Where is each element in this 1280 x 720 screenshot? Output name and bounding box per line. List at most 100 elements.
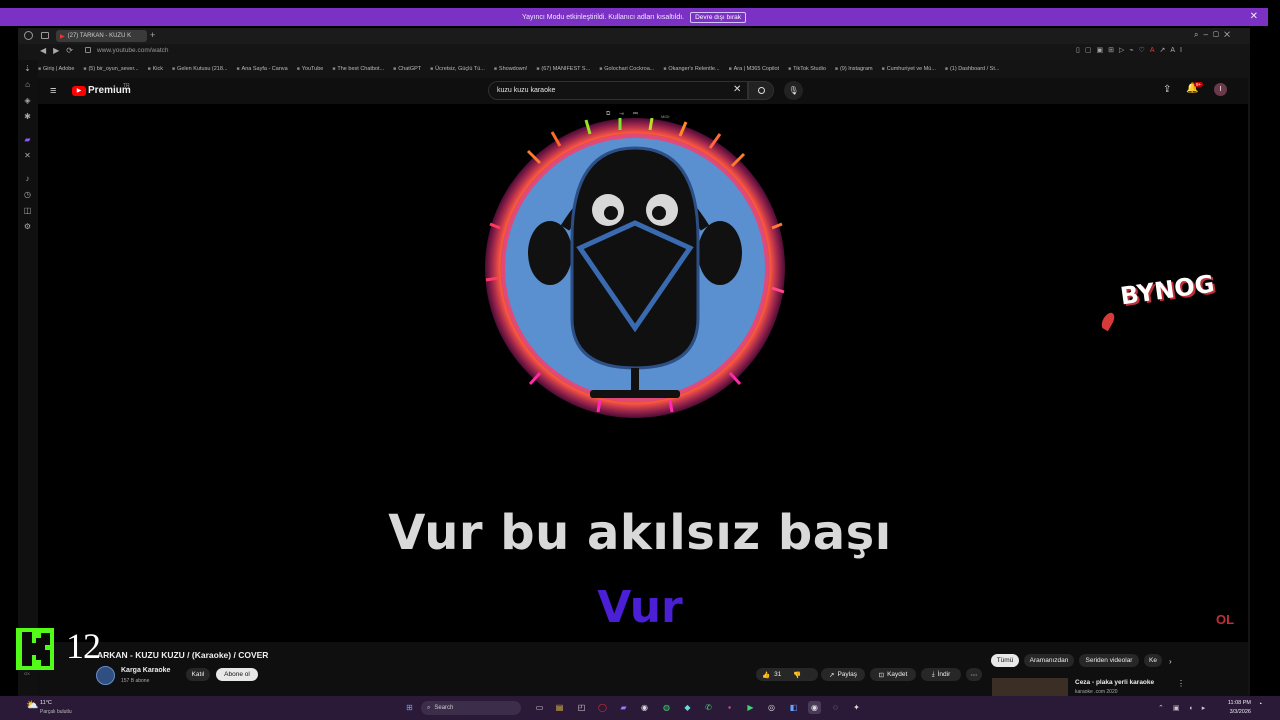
taskbar-search[interactable]: ⌕ Search — [421, 701, 521, 715]
nav-buttons[interactable]: ◀▶⟳ — [40, 46, 80, 55]
channel-name[interactable]: Karga Karaoke — [121, 667, 170, 674]
notification-center-icon[interactable]: ◔ — [1258, 701, 1262, 708]
play-icon[interactable]: ▶ — [744, 701, 757, 714]
sidebar-star-icon[interactable]: ✱ — [23, 112, 32, 121]
like-icon[interactable]: 👍 — [762, 671, 770, 679]
windows-start-icon[interactable]: ⊞ — [403, 701, 416, 714]
bookmark-item[interactable]: (9) Instagram — [835, 66, 873, 72]
save-button[interactable]: ⊡ Kaydet — [870, 668, 916, 681]
sidebar-clock-icon[interactable]: ◷ — [23, 190, 32, 199]
app-icon-2[interactable]: ▪ — [723, 701, 736, 714]
kick-k-icon — [22, 632, 50, 666]
tab-title: (27) TARKAN - KUZU K — [67, 33, 132, 39]
bookmark-item[interactable]: TikTok Studio — [788, 66, 826, 72]
whatsapp-icon[interactable]: ✆ — [702, 701, 715, 714]
system-tray[interactable]: ⌃▣◖▸ — [1158, 704, 1214, 712]
create-upload-icon[interactable]: ⇪ — [1163, 84, 1171, 95]
bookmark-item[interactable]: (67) MANIFEST S... — [536, 66, 590, 72]
new-tab-icon[interactable]: + — [150, 30, 155, 40]
opera-icon[interactable]: ◯ — [596, 701, 609, 714]
menu-icon[interactable]: ≡ — [50, 85, 56, 97]
sidebar-music-icon[interactable]: ♪ — [23, 174, 32, 183]
chips-next-icon[interactable]: › — [1169, 657, 1172, 666]
bookmark-item[interactable]: YouTube — [297, 66, 324, 72]
weather-icon[interactable]: ⛅ — [26, 700, 38, 711]
store-icon[interactable]: ◰ — [575, 701, 588, 714]
bookmark-item[interactable]: Ücretsiz, Güçlü Tü... — [430, 66, 485, 72]
steam-icon[interactable]: ◌ — [829, 701, 842, 714]
more-actions-icon[interactable]: ⋯ — [966, 668, 982, 681]
download-button[interactable]: ⤓ İndir — [921, 668, 961, 681]
bookmark-item[interactable]: Ana Sayfa - Canva — [237, 66, 288, 72]
bookmark-item[interactable]: Ara | M365 Copilot — [729, 66, 779, 72]
search-input[interactable]: kuzu kuzu karaoke — [488, 81, 748, 100]
obs-icon[interactable]: ◉ — [638, 701, 651, 714]
channel-avatar[interactable] — [96, 666, 115, 685]
app-icon[interactable]: ◆ — [681, 701, 694, 714]
bookmark-item[interactable]: ChatGPT — [393, 66, 421, 72]
youtube-favicon-icon: ▶ — [60, 33, 65, 40]
like-count[interactable]: 31 — [774, 671, 781, 678]
vscode-icon[interactable]: ◧ — [787, 701, 800, 714]
spotify-icon[interactable]: ◍ — [660, 701, 673, 714]
headphone-right — [698, 221, 742, 285]
bookmark-item[interactable]: Cumhuriyet ve Mü... — [882, 66, 936, 72]
disable-streamer-mode-button[interactable]: Devre dışı bırak — [690, 11, 746, 23]
bookmark-item[interactable]: (1) Dashboard / St... — [945, 66, 1000, 72]
task-view-icon[interactable]: ▭ — [533, 701, 546, 714]
chip-from-search[interactable]: Aramanızdan — [1024, 654, 1074, 667]
banner-close-icon[interactable]: ✕ — [1250, 11, 1258, 22]
sidebar-home-icon[interactable]: ⌂ — [23, 80, 32, 89]
chip-all[interactable]: Tümü — [991, 654, 1019, 667]
avatar[interactable]: I — [1214, 83, 1227, 96]
share-button[interactable]: ↗ Paylaş — [821, 668, 865, 681]
download-label: İndir — [937, 671, 951, 678]
recommendation-title[interactable]: Ceza - plaka yerli karaoke — [1075, 679, 1154, 686]
bookmark-item[interactable]: Okanger's Relentle... — [663, 66, 719, 72]
file-explorer-icon[interactable]: ▤ — [553, 701, 566, 714]
tab-list-icon[interactable] — [41, 32, 49, 39]
chip-series-videos[interactable]: Seriden videolar — [1079, 654, 1139, 667]
youtube-logo-icon[interactable]: ▶ — [72, 86, 86, 96]
browser-taskbar-icon[interactable]: ◉ — [808, 701, 821, 714]
sidebar-pin-icon[interactable]: ⇣ — [23, 64, 32, 73]
taskbar-date[interactable]: 3/3/2026 — [1217, 709, 1251, 715]
bookmark-item[interactable]: Showdown! — [494, 66, 527, 72]
subscribe-button[interactable]: Abone ol — [216, 668, 258, 681]
tab-bar — [18, 28, 1250, 44]
sidebar-twitch-icon[interactable]: ▰ — [23, 135, 32, 144]
window-controls[interactable]: ⌕–▢✕ — [1194, 30, 1235, 40]
join-button[interactable]: Katıl — [186, 668, 210, 681]
channel-corner-logo: OL — [1216, 612, 1235, 627]
overlay-number: 12 — [66, 626, 101, 666]
voice-search-icon[interactable]: 🎙 — [784, 81, 803, 100]
bookmark-item[interactable]: Giriş | Adobe — [38, 66, 74, 72]
browser-logo-icon[interactable] — [24, 31, 33, 40]
sidebar-x-icon[interactable]: ✕ — [23, 151, 32, 160]
sidebar-bag-icon[interactable]: ◫ — [23, 206, 32, 215]
bookmark-item[interactable]: Golochari Cockroa... — [599, 66, 654, 72]
dislike-icon[interactable]: 👎 — [793, 671, 801, 679]
ai-button[interactable]: AI — [1170, 47, 1187, 54]
chip-more[interactable]: Ke — [1144, 654, 1162, 667]
headphone-left — [528, 221, 572, 285]
sidebar-cube-icon[interactable]: ◈ — [23, 96, 32, 105]
github-icon[interactable]: ◎ — [765, 701, 778, 714]
taskbar-time[interactable]: 11:08 PM — [1217, 700, 1251, 706]
bookmark-item[interactable]: Kick — [148, 66, 163, 72]
premiere-icon[interactable]: ▰ — [617, 701, 630, 714]
app-icon-3[interactable]: ✦ — [850, 701, 863, 714]
miniplayer-controls[interactable]: ⧉⇥⏭ — [606, 111, 647, 118]
clear-search-icon[interactable]: ✕ — [733, 84, 741, 95]
active-tab[interactable]: ▶ (27) TARKAN - KUZU K — [56, 30, 147, 42]
bookmark-item[interactable]: Gelen Kutusu (218... — [172, 66, 227, 72]
address-bar-tools[interactable]: ▯▢▣⊞▷⌁♡A↗AI — [1076, 46, 1187, 54]
url-field[interactable]: www.youtube.com/watch — [97, 47, 169, 54]
recommendation-thumbnail[interactable] — [992, 678, 1068, 696]
search-button[interactable] — [748, 81, 774, 100]
recommendation-menu-icon[interactable]: ⋮ — [1177, 679, 1185, 688]
adobe-extension-icon[interactable]: A — [1150, 47, 1160, 54]
sidebar-settings-icon[interactable]: ⚙ — [23, 222, 32, 231]
bookmark-item[interactable]: (5) bir_oyun_sever... — [83, 66, 138, 72]
bookmark-item[interactable]: The best Chatbot... — [332, 66, 384, 72]
